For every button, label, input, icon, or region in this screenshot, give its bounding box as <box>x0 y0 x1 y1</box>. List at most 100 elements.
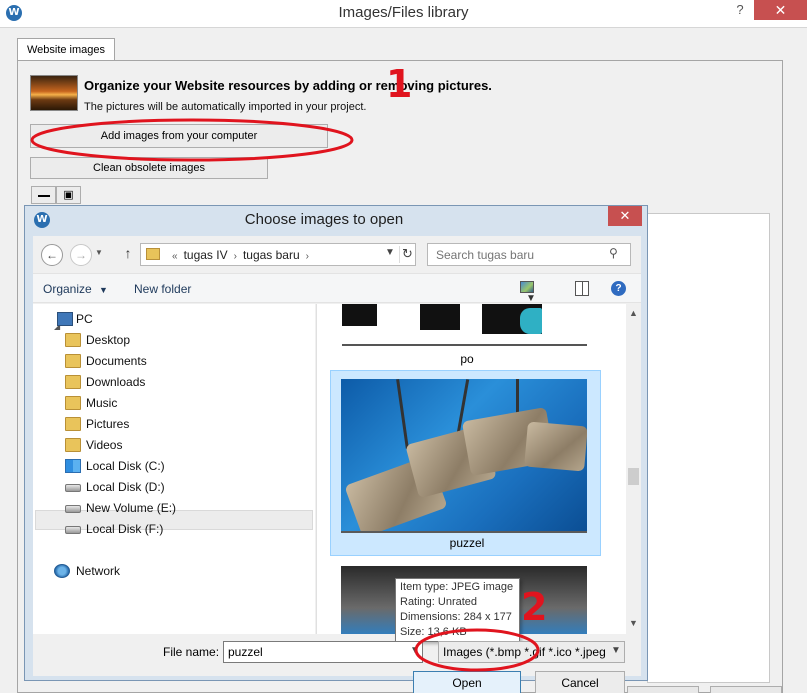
tooltip-item-type: Item type: JPEG image <box>400 581 514 593</box>
tree-item[interactable]: Local Disk (C:) <box>33 456 313 476</box>
search-input[interactable] <box>427 243 631 266</box>
tree-item[interactable]: Pictures <box>33 414 313 434</box>
outer-titlebar: W Images/Files library ? ✕ <box>0 0 807 28</box>
scroll-up-icon[interactable]: ▲ <box>629 308 638 318</box>
outer-close-button[interactable]: ✕ <box>754 0 807 20</box>
file-label-po: po <box>460 352 474 366</box>
tree-item[interactable]: PC <box>33 309 313 329</box>
recent-locations-chevron-icon[interactable]: ▼ <box>95 248 105 260</box>
tooltip-size: Size: 13,6 KB <box>400 626 467 638</box>
add-images-button[interactable]: Add images from your computer <box>30 124 328 148</box>
open-button[interactable]: Open <box>413 671 521 693</box>
tree-item-label: Videos <box>86 438 123 452</box>
tree-item-label: Local Disk (F:) <box>86 522 164 536</box>
images-list-pane[interactable] <box>647 213 770 683</box>
tree-item-label: New Volume (E:) <box>86 501 177 515</box>
dialog-body: ← → ▼ ↑ «tugas IV›tugas baru› ▼ ↻ ⚲ Orga… <box>33 236 641 693</box>
tree-item-label: Network <box>76 564 121 578</box>
chevron-down-icon: ▼ <box>99 285 108 295</box>
tree-item[interactable]: Music <box>33 393 313 413</box>
folder-icon <box>65 417 81 431</box>
annotation-number-two: 2 <box>521 585 548 629</box>
tree-item-label: Local Disk (C:) <box>86 459 165 473</box>
back-arrow-icon[interactable]: ← <box>41 244 63 266</box>
tree-item-label: Desktop <box>86 333 131 347</box>
tree-item-label: Local Disk (D:) <box>86 480 165 494</box>
tree-item[interactable]: Network <box>33 561 313 581</box>
file-thumbnail-po[interactable] <box>342 304 587 346</box>
tree-item-label: PC <box>76 312 93 326</box>
dialog-titlebar: W Choose images to open ✕ <box>25 206 647 234</box>
tab-website-images[interactable]: Website images <box>17 38 115 61</box>
folder-icon <box>65 396 81 410</box>
cancel-button[interactable]: Cancel <box>535 671 625 693</box>
tree-item[interactable]: Documents <box>33 351 313 371</box>
preview-pane-icon[interactable] <box>575 281 589 296</box>
sunset-thumbnail-image <box>30 75 78 111</box>
network-icon <box>54 564 70 578</box>
organize-subtext: The pictures will be automatically impor… <box>84 101 367 113</box>
tree-item[interactable]: Desktop <box>33 330 313 350</box>
view-thumbnail-icon <box>520 281 534 293</box>
file-name-dropdown-chevron-icon[interactable]: ▼ <box>410 645 420 656</box>
forward-arrow-icon[interactable]: → <box>70 244 92 266</box>
tree-item-label: Downloads <box>86 375 146 389</box>
breadcrumb: «tugas IV › tugas baru › <box>172 248 309 262</box>
new-folder-button[interactable]: New folder <box>134 282 191 296</box>
camera-folder-button[interactable]: ▣ <box>56 186 81 204</box>
up-arrow-icon[interactable]: ↑ <box>121 245 135 263</box>
scroll-down-icon[interactable]: ▼ <box>629 618 638 628</box>
address-folder-icon <box>146 248 160 260</box>
tooltip-rating: Rating: Unrated <box>400 596 478 608</box>
bottom-button-right[interactable] <box>710 686 782 693</box>
folder-icon <box>65 354 81 368</box>
drive-icon <box>65 526 81 534</box>
windows-drive-icon <box>65 459 81 473</box>
tree-item[interactable]: Local Disk (D:) <box>33 477 313 497</box>
help-button[interactable]: ? <box>733 2 747 22</box>
tree-item-label: Pictures <box>86 417 130 431</box>
file-thumbnail-puzzel[interactable] <box>341 379 587 533</box>
tree-item-label: Music <box>86 396 118 410</box>
search-icon: ⚲ <box>609 246 618 260</box>
tree-item[interactable]: Downloads <box>33 372 313 392</box>
organize-menu-button[interactable]: Organize ▼ <box>43 282 108 296</box>
dialog-close-button[interactable]: ✕ <box>608 206 642 226</box>
file-type-select[interactable]: Images (*.bmp *.gif *.ico *.jpeg <box>438 641 625 663</box>
choose-images-dialog: W Choose images to open ✕ ← → ▼ ↑ «tugas… <box>24 205 648 693</box>
bottom-button-left[interactable] <box>627 686 699 693</box>
file-name-label: File name: <box>163 645 220 659</box>
breadcrumb-item[interactable]: tugas IV <box>184 248 228 262</box>
pc-icon <box>57 312 73 326</box>
organize-heading: Organize your Website resources by addin… <box>84 78 492 93</box>
file-name-input[interactable] <box>223 641 423 663</box>
tree-item[interactable]: New Volume (E:) <box>33 498 313 518</box>
remove-image-button[interactable] <box>31 186 56 204</box>
organize-label: Organize <box>43 282 92 296</box>
clean-obsolete-images-button[interactable]: Clean obsolete images <box>30 157 268 179</box>
outer-window-title: Images/Files library <box>338 4 469 21</box>
scrollbar-thumb[interactable] <box>628 468 639 485</box>
help-icon[interactable]: ? <box>611 281 626 296</box>
chevron-down-icon: ▼ <box>526 293 536 304</box>
dialog-toolbar: Organize ▼ New folder ▼ ? <box>33 273 641 304</box>
tree-item[interactable]: Local Disk (F:) <box>33 519 313 539</box>
file-list-scrollbar[interactable]: ▲ ▼ <box>626 304 641 634</box>
refresh-icon[interactable]: ↻ <box>399 246 415 263</box>
address-bar[interactable]: «tugas IV › tugas baru › ▼ ↻ <box>140 243 416 266</box>
dialog-title: Choose images to open <box>244 211 404 228</box>
tooltip-dimensions: Dimensions: 284 x 177 <box>400 611 512 623</box>
tree-item[interactable]: Videos <box>33 435 313 455</box>
folder-icon <box>65 333 81 347</box>
breadcrumb-item[interactable]: tugas baru <box>243 248 300 262</box>
tree-item-label: Documents <box>86 354 147 368</box>
folder-icon <box>65 375 81 389</box>
file-info-tooltip: Item type: JPEG image Rating: Unrated Di… <box>395 578 520 642</box>
folder-icon <box>65 438 81 452</box>
address-dropdown-chevron-icon[interactable]: ▼ <box>385 247 395 258</box>
navigation-tree[interactable]: ◢ PC Desktop Documents Downloads Music Pictur… <box>33 304 315 634</box>
drive-icon <box>65 484 81 492</box>
file-type-chevron-icon[interactable]: ▼ <box>611 645 621 656</box>
change-view-button[interactable]: ▼ <box>520 281 550 304</box>
annotation-number-one: 1 <box>386 62 413 106</box>
